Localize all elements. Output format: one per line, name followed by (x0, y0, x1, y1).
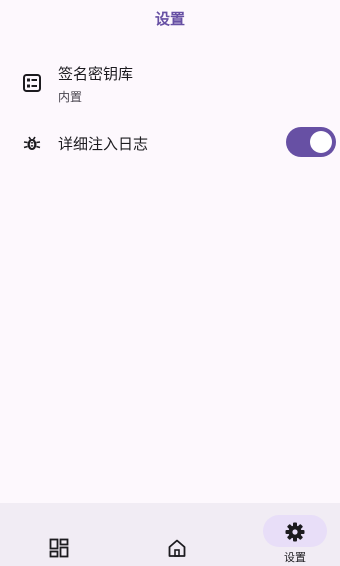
dashboard-icon (49, 538, 69, 558)
setting-keystore[interactable]: 签名密钥库 内置 (0, 56, 340, 108)
toggle-knob (310, 131, 332, 153)
setting-keystore-title: 签名密钥库 (58, 65, 134, 83)
setting-keystore-value: 内置 (58, 90, 83, 104)
nav-item-home[interactable] (4, 503, 114, 566)
setting-verbose-log[interactable]: 详细注入日志 (0, 122, 340, 162)
app-bar: 设置 (0, 0, 340, 34)
nav-item-settings[interactable]: 设置 (240, 503, 340, 566)
home-icon (168, 539, 186, 557)
page-title: 设置 (154, 10, 185, 28)
verbose-log-toggle[interactable] (286, 127, 336, 157)
bottom-navigation: 设置 (0, 503, 340, 566)
nav-item-settings-label: 设置 (284, 551, 306, 564)
gear-icon (285, 522, 305, 542)
setting-verbose-log-title: 详细注入日志 (58, 135, 149, 153)
bug-icon (23, 136, 41, 150)
keystore-list-icon (23, 74, 41, 92)
nav-active-indicator (263, 515, 327, 547)
nav-indicator (145, 531, 209, 563)
nav-indicator (27, 531, 91, 563)
nav-item-main[interactable] (122, 503, 232, 566)
